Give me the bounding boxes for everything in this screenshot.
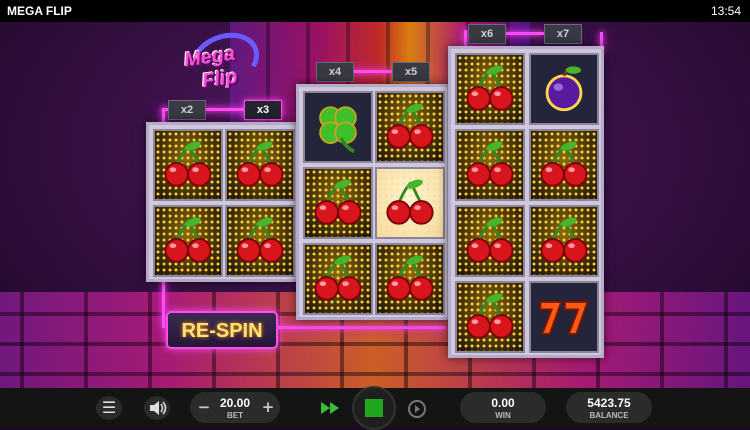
menu-icon[interactable]: ☰ <box>96 396 122 420</box>
control-bar: ☰ − 20.00 BET + 0.00 WIN 5423.75 BALANCE <box>0 386 750 430</box>
clover-icon <box>305 93 371 161</box>
cherry-icon <box>457 283 523 351</box>
balance-value: 5423.75 <box>587 396 631 410</box>
reel-cell <box>303 243 373 315</box>
game-scene: Mega Flip x2 x3 x4 x5 x6 x7 RE-SPIN <box>0 22 750 388</box>
multiplier-x7: x7 <box>544 24 582 44</box>
reel-cell <box>153 129 223 201</box>
reel-cell <box>529 281 599 353</box>
balance-label: BALANCE <box>589 411 629 420</box>
reel-cell <box>529 53 599 125</box>
top-bar: MEGA FLIP 13:54 <box>0 0 750 22</box>
cherry-icon <box>377 93 443 161</box>
reel-cell <box>303 91 373 163</box>
reel-3 <box>448 46 604 358</box>
cherry-icon <box>377 245 443 313</box>
win-value: 0.00 <box>491 396 515 410</box>
reel-cell <box>455 281 525 353</box>
clock: 13:54 <box>710 4 741 18</box>
reel-cell <box>375 243 445 315</box>
multiplier-x3: x3 <box>244 100 282 120</box>
win-display: 0.00 WIN <box>460 392 546 423</box>
reel-cell <box>455 129 525 201</box>
reel-cell <box>153 205 223 277</box>
plum-icon <box>531 55 597 123</box>
balance-display: 5423.75 BALANCE <box>566 392 652 423</box>
multiplier-x5: x5 <box>392 62 430 82</box>
reel-cell <box>529 205 599 277</box>
reel-cell <box>455 205 525 277</box>
reel-cell <box>529 129 599 201</box>
neon-line <box>500 32 544 35</box>
spin-icon <box>365 399 383 417</box>
cherry-icon <box>227 207 293 275</box>
logo-word-2: Flip <box>200 65 239 93</box>
reel-1 <box>146 122 300 282</box>
cherry-icon <box>227 131 293 199</box>
reel-cell <box>375 91 445 163</box>
cherry-icon <box>155 207 221 275</box>
reel-cell <box>303 167 373 239</box>
reel-cell <box>225 129 295 201</box>
cherry-icon <box>457 131 523 199</box>
reel-cell <box>455 53 525 125</box>
multiplier-x4: x4 <box>316 62 354 82</box>
bet-control: − 20.00 BET + <box>190 392 280 423</box>
cherry-icon <box>457 207 523 275</box>
respin-badge: RE-SPIN <box>166 311 278 349</box>
cherry-icon <box>305 245 371 313</box>
reel-2 <box>296 84 450 320</box>
cherry-icon <box>305 169 371 237</box>
neon-line <box>278 326 446 329</box>
cherry-icon <box>155 131 221 199</box>
sound-icon[interactable] <box>144 396 170 420</box>
cherry-icon <box>457 55 523 123</box>
spin-button[interactable] <box>352 386 396 430</box>
reel-cell <box>375 167 445 239</box>
game-title: MEGA FLIP <box>7 4 72 18</box>
game-logo: Mega Flip <box>180 23 267 98</box>
cherry-icon <box>531 131 597 199</box>
cherry-icon <box>531 207 597 275</box>
fast-forward-icon[interactable] <box>318 399 344 417</box>
reel-cell <box>225 205 295 277</box>
multiplier-x2: x2 <box>168 100 206 120</box>
neon-line <box>352 70 392 73</box>
autoplay-icon[interactable] <box>404 398 430 420</box>
plus-icon[interactable]: + <box>258 397 278 417</box>
neon-line <box>204 108 246 111</box>
win-label: WIN <box>495 411 511 420</box>
cherry-icon <box>377 169 443 237</box>
multiplier-x6: x6 <box>468 24 506 44</box>
seven-icon <box>531 283 597 351</box>
